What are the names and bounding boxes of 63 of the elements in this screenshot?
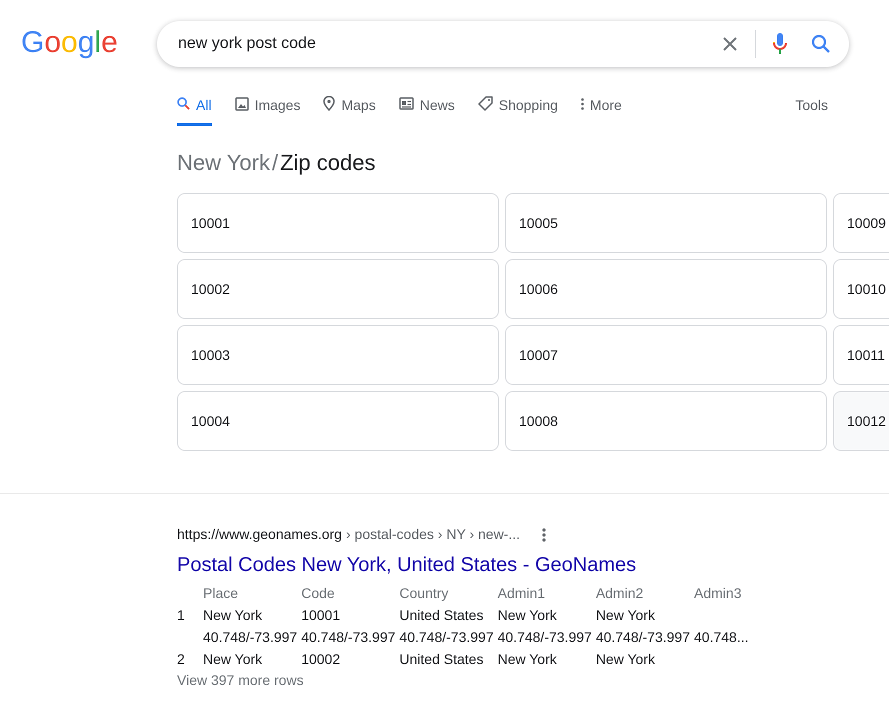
zip-code-chip[interactable]: 10010 [833,259,889,319]
close-icon[interactable] [722,36,738,52]
zip-code-chip[interactable]: 10003 [177,325,499,385]
zip-code-chip[interactable]: 10002 [177,259,499,319]
table-cell-text: New York [498,606,558,625]
nav-tab[interactable]: News [398,88,455,126]
zip-code-chip[interactable]: 10001 [177,193,499,253]
table-cell-text: New York [596,606,656,625]
google-logo[interactable]: Google [21,23,118,65]
newspaper-icon [398,97,414,110]
tag-icon [478,96,493,111]
table-cell: 40.748/-73.997 [301,626,400,648]
search-icon [177,97,190,110]
column-header: Admin3 [694,584,742,603]
result-breadcrumb: › postal-codes › NY › new-... [346,525,520,544]
table-cell-text: 10002 [301,650,342,669]
nav-tab[interactable]: Images [234,88,300,126]
nav-tab[interactable]: All [177,88,212,126]
table-cell-text: 10001 [301,606,342,625]
table-cell: 40.748/-73.997 [498,626,596,648]
row-number: 1 [177,606,186,625]
search-text: new york post code [178,34,317,54]
panel-title: Zip codes [280,149,376,177]
zip-code-chip[interactable]: 10005 [505,193,827,253]
table-cell: 40.748/-73.997 [399,626,498,648]
breadcrumb-link[interactable]: New York [177,146,270,179]
zip-code-chip[interactable]: 10011 [833,325,889,385]
column-header: Country [399,582,498,604]
table-cell-text: United States [399,650,484,669]
zip-code-chip[interactable]: 10009 [833,193,889,253]
table-cell: 40.748/-73.997 [596,626,694,648]
table-cell-text: 40.748/-73.997 [203,628,298,647]
zip-code-chip[interactable]: 10012 [833,391,889,451]
table-cell-text: United States [399,606,484,625]
zip-code-chip[interactable]: 10007 [505,325,827,385]
nav-tab[interactable]: Shopping [478,88,558,126]
search-icon[interactable] [811,34,831,54]
table-cell-text: New York [203,606,264,625]
microphone-icon[interactable] [773,33,787,55]
zip-code-chip[interactable]: 10004 [177,391,499,451]
more-options-icon[interactable] [542,528,546,542]
zip-code-chip[interactable]: 10006 [505,259,827,319]
table-cell-text: New York [498,650,558,669]
pin-icon [323,96,336,111]
column-header: Code [301,584,336,603]
breadcrumb-separator: / [272,149,278,177]
column-header: Admin1 [498,582,596,604]
result-url: https://www.geonames.org [177,525,342,544]
more-icon [580,98,584,110]
zip-code-chip[interactable]: 10008 [505,391,827,451]
table-cell-text: New York [596,650,656,669]
column-header: Place [203,584,240,603]
image-icon [234,96,249,110]
table-cell-text: 40.748... [694,628,750,647]
table-cell-text: New York [203,650,264,669]
search-field[interactable]: new york post code [157,21,849,67]
column-header: Admin2 [596,582,694,604]
view-more-link[interactable]: View 397 more rows [177,670,889,691]
nav-tab[interactable]: More [580,88,622,126]
row-number: 2 [177,650,186,669]
tools-button[interactable]: Tools [795,88,828,126]
nav-tab[interactable]: Maps [323,88,376,126]
result-title-link[interactable]: Postal Codes New York, United States - GeoNames [177,550,889,580]
